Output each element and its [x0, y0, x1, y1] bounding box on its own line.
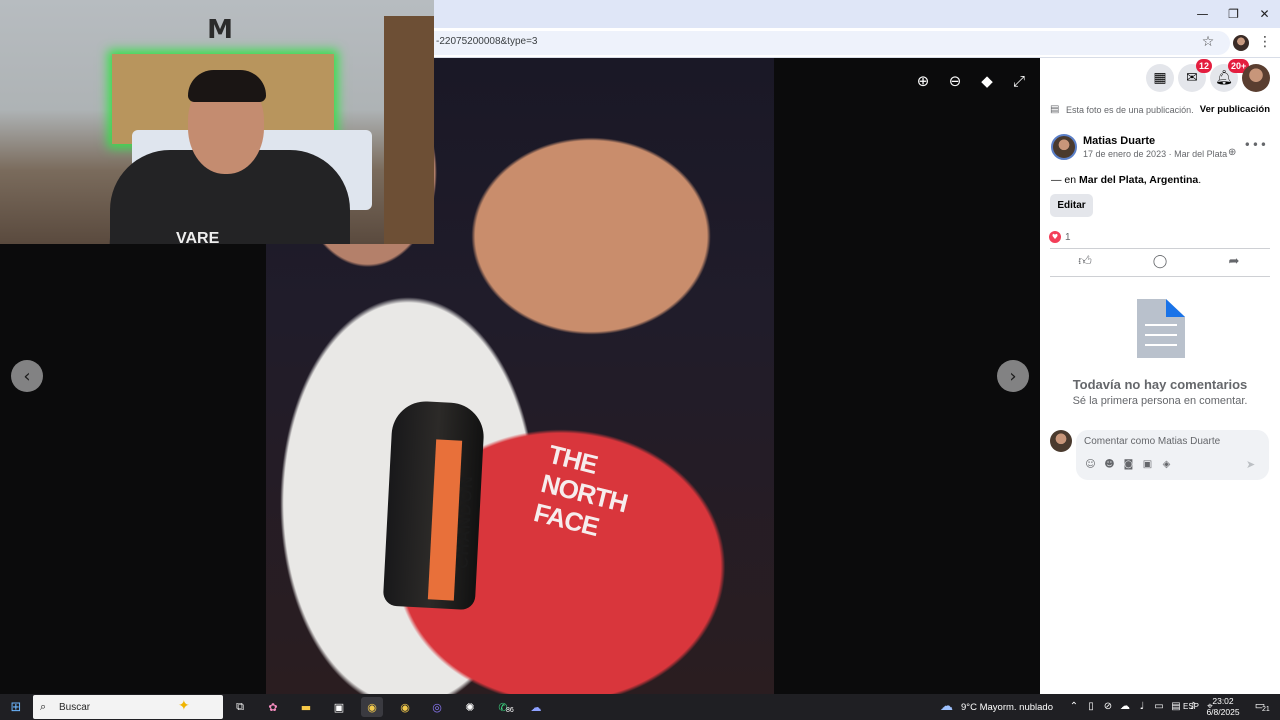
account-avatar[interactable] [1242, 64, 1270, 92]
avatar-sticker-icon[interactable]: ☺ [1084, 458, 1097, 471]
browser-profile-avatar[interactable] [1233, 35, 1249, 51]
caption-icon: ▤ [1050, 104, 1060, 115]
kebab-icon[interactable]: ⋮ [1258, 34, 1272, 50]
camera-icon[interactable]: ◙ [1122, 458, 1135, 471]
url-text[interactable]: -22075200008&type=3 [436, 36, 537, 47]
language-indicator[interactable]: ESP [1183, 702, 1199, 711]
search-icon: ⌕ [40, 700, 47, 713]
notification-count: 21 [1262, 706, 1270, 713]
divider-bottom [1050, 276, 1270, 277]
fullscreen-icon[interactable]: ⤢ [1006, 68, 1032, 94]
messenger-badge: 12 [1196, 59, 1213, 73]
webcam-wall-logo: M [207, 15, 233, 45]
author-avatar[interactable] [1051, 134, 1077, 160]
url-field[interactable] [420, 31, 1230, 55]
phone-link-icon[interactable]: ▯ [1085, 700, 1097, 714]
onedrive-icon[interactable]: ☁ [1119, 700, 1131, 714]
store-icon[interactable]: ▣ [328, 697, 350, 717]
clock-date: 6/8/2025 [1206, 707, 1240, 717]
whatsapp-count: 86 [506, 707, 514, 714]
comment-placeholder[interactable]: Comentar como Matias Duarte [1084, 436, 1220, 447]
chrome-profile-icon[interactable]: ◉ [394, 697, 416, 717]
chrome-icon[interactable]: ◉ [361, 697, 383, 717]
photo-caption-note: Esta foto es de una publicación. [1066, 105, 1194, 115]
webcam-person-hair [188, 70, 266, 102]
divider-top [1050, 248, 1270, 249]
sticker-icon[interactable]: ◈ [1160, 458, 1173, 471]
reaction-count[interactable]: 1 [1065, 232, 1071, 243]
menu-grid-icon[interactable]: ▦ [1146, 64, 1174, 92]
obs-icon[interactable]: ◎ [426, 697, 448, 717]
like-icon[interactable]: 👍︎ [1075, 254, 1095, 270]
send-icon[interactable]: ➤ [1246, 458, 1255, 471]
screen: — ❐ ✕ -22075200008&type=3 ☆ ⋮ CHANDON TH… [0, 0, 1280, 720]
edit-button[interactable]: Editar [1050, 194, 1093, 217]
chevron-up-icon[interactable]: ⌃ [1068, 700, 1080, 714]
windows-start-icon[interactable]: ⊞ [0, 694, 32, 720]
more-options-icon[interactable]: ••• [1244, 138, 1268, 152]
search-highlight-icon: ✦ [178, 698, 190, 714]
location-link[interactable]: Mar del Plata, Argentina [1079, 174, 1198, 186]
weather-text[interactable]: 9°C Mayorm. nublado [961, 702, 1053, 713]
commenter-avatar[interactable] [1050, 430, 1072, 452]
viewer-tools: ⊕ ⊖ ◆ ⤢ [910, 68, 1032, 94]
camera-off-icon[interactable]: ⊘ [1102, 700, 1114, 714]
star-icon[interactable]: ☆ [1200, 34, 1216, 50]
taskbar-search-label[interactable]: Buscar [59, 702, 90, 713]
previous-photo-button[interactable]: ‹ [11, 360, 43, 392]
globe-icon[interactable]: ⊕ [1228, 147, 1236, 158]
emoji-icon[interactable]: ☻ [1103, 458, 1116, 471]
facebook-topbar: ▦ ✉ 12 🔔︎ 20+ [1040, 58, 1280, 98]
post-side-panel: ▦ ✉ 12 🔔︎ 20+ ▤ Esta foto es de una publ… [1040, 58, 1280, 694]
comment-tools: ☺ ☻ ◙ ▣ ◈ [1084, 458, 1173, 471]
see-post-link[interactable]: Ver publicación [1200, 104, 1270, 115]
network-icon[interactable]: ▤ [1170, 700, 1182, 714]
clock-time: 23:02 [1212, 696, 1234, 706]
webcam-door [384, 16, 434, 244]
comment-icon[interactable]: ◯ [1150, 254, 1170, 270]
location-prefix: — en [1051, 174, 1080, 186]
tag-icon[interactable]: ◆ [974, 68, 1000, 94]
next-photo-button[interactable]: › [997, 360, 1029, 392]
share-icon[interactable]: ➦ [1224, 254, 1244, 270]
location-line: — en Mar del Plata, Argentina. [1051, 174, 1201, 186]
window-controls: — ❐ ✕ [1187, 0, 1280, 28]
file-explorer-icon[interactable]: ▬ [295, 697, 317, 717]
copilot-icon[interactable]: ✿ [262, 697, 284, 717]
close-button[interactable]: ✕ [1249, 0, 1280, 28]
minimize-button[interactable]: — [1187, 0, 1218, 28]
microphone-icon[interactable]: ♩ [1136, 700, 1148, 714]
zoom-out-icon[interactable]: ⊖ [942, 68, 968, 94]
webcam-shirt-text: VARE [176, 230, 220, 244]
zoom-in-icon[interactable]: ⊕ [910, 68, 936, 94]
taskbar-clock[interactable]: 23:02 6/8/2025 [1204, 696, 1242, 718]
windows-taskbar: ⊞ ⌕ Buscar ✦ ⧉ ✿ ▬ ▣ ◉ ◉ ◎ ✺ ✆ 86 ☁ ☁ 9°… [0, 694, 1280, 720]
location-suffix: . [1198, 174, 1202, 186]
document-line-mid [1145, 334, 1177, 336]
task-view-icon[interactable]: ⧉ [229, 697, 251, 717]
author-name[interactable]: Matias Duarte [1083, 135, 1155, 147]
discord-icon[interactable]: ☁ [525, 697, 547, 717]
chatgpt-icon[interactable]: ✺ [459, 697, 481, 717]
weather-icon[interactable]: ☁ [940, 699, 953, 714]
gif-icon[interactable]: ▣ [1141, 458, 1154, 471]
no-comments-subtitle: Sé la primera persona en comentar. [1072, 395, 1248, 407]
battery-icon[interactable]: ▭ [1153, 700, 1165, 714]
restore-button[interactable]: ❐ [1218, 0, 1249, 28]
love-reaction-icon[interactable]: ♥ [1049, 231, 1061, 243]
no-comments-title: Todavía no hay comentarios [1072, 377, 1248, 392]
post-date[interactable]: 17 de enero de 2023 · Mar del Plata · [1083, 149, 1233, 159]
webcam-overlay: M VARE [0, 0, 434, 244]
